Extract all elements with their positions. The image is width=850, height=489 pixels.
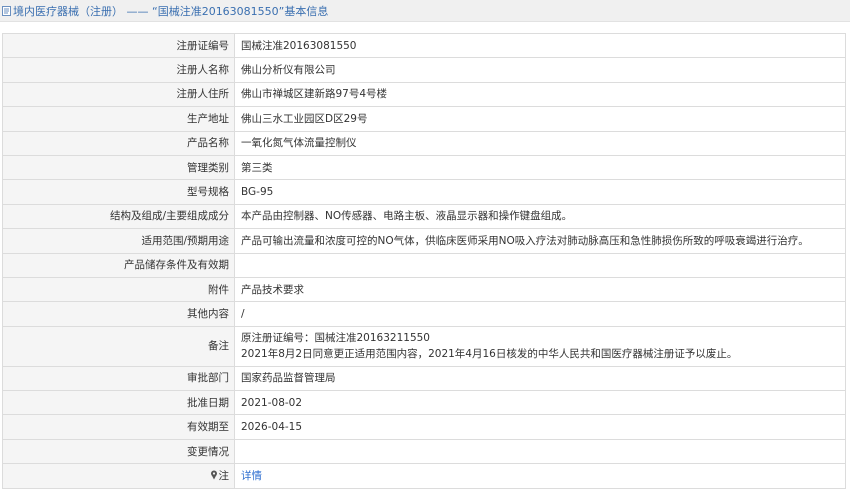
row-label: 有效期至	[2, 414, 235, 440]
pin-icon	[210, 469, 218, 480]
table-row: 适用范围/预期用途 产品可输出流量和浓度可控的NO气体，供临床医师采用NO吸入疗…	[2, 228, 846, 254]
row-label: 批准日期	[2, 390, 235, 416]
row-value: 佛山三水工业园区D区29号	[234, 106, 846, 132]
row-label: 审批部门	[2, 365, 235, 392]
table-row: 批准日期 2021-08-02	[2, 390, 846, 416]
row-label: 其他内容	[2, 301, 235, 327]
table-row: 有效期至 2026-04-15	[2, 414, 846, 440]
remark-line: 原注册证编号：国械注准20163211550	[241, 332, 430, 345]
table-row: 管理类别 第三类	[2, 154, 846, 181]
row-value	[234, 252, 846, 278]
row-value: /	[234, 301, 846, 327]
table-row: 注册证编号 国械注准20163081550	[2, 32, 846, 59]
row-label: 产品储存条件及有效期	[2, 252, 235, 278]
note-label: 注	[218, 469, 230, 482]
row-value: 佛山市禅城区建新路97号4号楼	[234, 81, 846, 108]
row-label: 生产地址	[2, 106, 235, 132]
row-value: 国家药品监督管理局	[234, 365, 846, 392]
note-value: 详情	[234, 463, 846, 489]
row-value: BG-95	[234, 179, 846, 205]
remark-value: 原注册证编号：国械注准20163211550 2021年8月2日同意更正适用范围…	[234, 325, 846, 367]
document-icon	[2, 5, 11, 16]
row-value: 产品技术要求	[234, 276, 846, 303]
row-label: 注册人住所	[2, 81, 235, 108]
row-label: 产品名称	[2, 130, 235, 156]
row-label: 注册人名称	[2, 57, 235, 83]
info-table: 注册证编号 国械注准20163081550 注册人名称 佛山分析仪有限公司 注册…	[2, 32, 846, 489]
row-label: 管理类别	[2, 154, 235, 181]
table-row: 审批部门 国家药品监督管理局	[2, 365, 846, 392]
remark-label: 备注	[2, 325, 235, 367]
table-row: 注册人名称 佛山分析仪有限公司	[2, 57, 846, 83]
table-row: 变更情况	[2, 438, 846, 465]
remark-line: 2021年8月2日同意更正适用范围内容，2021年4月16日核发的中华人民共和国…	[241, 348, 738, 361]
row-value: 一氧化氮气体流量控制仪	[234, 130, 846, 156]
row-label: 附件	[2, 276, 235, 303]
title-bar: 境内医疗器械（注册） —— “国械注准20163081550”基本信息	[0, 0, 850, 22]
table-row: 生产地址 佛山三水工业园区D区29号	[2, 106, 846, 132]
row-label: 结构及组成/主要组成成分	[2, 203, 235, 230]
row-label: 适用范围/预期用途	[2, 228, 235, 254]
table-row: 其他内容 /	[2, 301, 846, 327]
page: 境内医疗器械（注册） —— “国械注准20163081550”基本信息 注册证编…	[0, 0, 850, 489]
row-value: 国械注准20163081550	[234, 32, 846, 59]
row-value	[234, 438, 846, 465]
table-row-remark: 备注 原注册证编号：国械注准20163211550 2021年8月2日同意更正适…	[2, 325, 846, 367]
table-row-note: 注 详情	[2, 463, 846, 489]
table-row: 产品名称 一氧化氮气体流量控制仪	[2, 130, 846, 156]
table-row: 结构及组成/主要组成成分 本产品由控制器、NO传感器、电路主板、液晶显示器和操作…	[2, 203, 846, 230]
note-label-cell: 注	[2, 463, 235, 489]
row-label: 型号规格	[2, 179, 235, 205]
row-value: 第三类	[234, 154, 846, 181]
row-label: 变更情况	[2, 438, 235, 465]
row-value: 佛山分析仪有限公司	[234, 57, 846, 83]
page-title: 境内医疗器械（注册） —— “国械注准20163081550”基本信息	[13, 4, 329, 18]
row-value: 产品可输出流量和浓度可控的NO气体，供临床医师采用NO吸入疗法对肺动脉高压和急性…	[234, 228, 846, 254]
details-link[interactable]: 详情	[241, 470, 262, 482]
table-row: 型号规格 BG-95	[2, 179, 846, 205]
table-row: 产品储存条件及有效期	[2, 252, 846, 278]
table-row: 注册人住所 佛山市禅城区建新路97号4号楼	[2, 81, 846, 108]
table-row: 附件 产品技术要求	[2, 276, 846, 303]
row-value: 2021-08-02	[234, 390, 846, 416]
row-label: 注册证编号	[2, 32, 235, 59]
row-value: 2026-04-15	[234, 414, 846, 440]
row-value: 本产品由控制器、NO传感器、电路主板、液晶显示器和操作键盘组成。	[234, 203, 846, 230]
